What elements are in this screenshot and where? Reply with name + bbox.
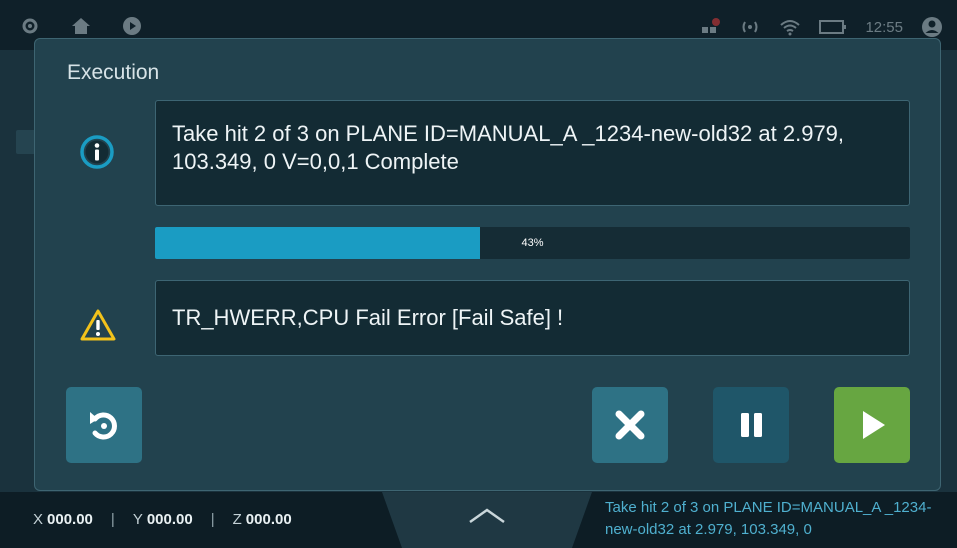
radio-signal-icon — [739, 19, 761, 35]
play-icon — [852, 405, 892, 445]
clock: 12:55 — [865, 18, 903, 36]
coordinate-readout: X 000.00 | Y 000.00 | Z 000.00 — [33, 511, 292, 528]
status-message: Take hit 2 of 3 on PLANE ID=MANUAL_A _12… — [605, 499, 932, 538]
info-icon — [79, 134, 115, 175]
run-button[interactable] — [834, 387, 910, 463]
expand-tray-tab[interactable] — [382, 492, 592, 548]
network-alert-icon — [701, 18, 721, 36]
pause-icon — [731, 405, 771, 445]
y-value: 000.00 — [146, 511, 193, 528]
pause-button[interactable] — [713, 387, 789, 463]
restart-icon — [84, 405, 124, 445]
progress-label: 43% — [521, 237, 544, 249]
side-thumbnail — [16, 130, 36, 154]
restart-button[interactable] — [66, 387, 142, 463]
cancel-button[interactable] — [592, 387, 668, 463]
x-label: X — [33, 511, 44, 528]
warning-icon — [80, 308, 116, 347]
error-message: TR_HWERR,CPU Fail Error [Fail Safe] ! — [155, 280, 910, 356]
info-message: Take hit 2 of 3 on PLANE ID=MANUAL_A _12… — [155, 100, 910, 206]
separator: | — [110, 511, 115, 528]
z-label: Z — [232, 511, 242, 528]
status-area: 12:55 — [701, 16, 943, 38]
close-icon — [610, 405, 650, 445]
execution-dialog: Execution Take hit 2 of 3 on PLANE ID=MA… — [34, 38, 941, 491]
dialog-title: Execution — [67, 61, 160, 84]
battery-icon — [819, 19, 847, 35]
wifi-icon — [779, 18, 801, 36]
y-label: Y — [132, 511, 143, 528]
z-value: 000.00 — [245, 511, 292, 528]
user-icon[interactable] — [921, 16, 943, 38]
gear-icon[interactable] — [20, 16, 40, 41]
separator: | — [210, 511, 215, 528]
x-value: 000.00 — [47, 511, 93, 528]
progress-bar: 43% — [155, 227, 910, 259]
